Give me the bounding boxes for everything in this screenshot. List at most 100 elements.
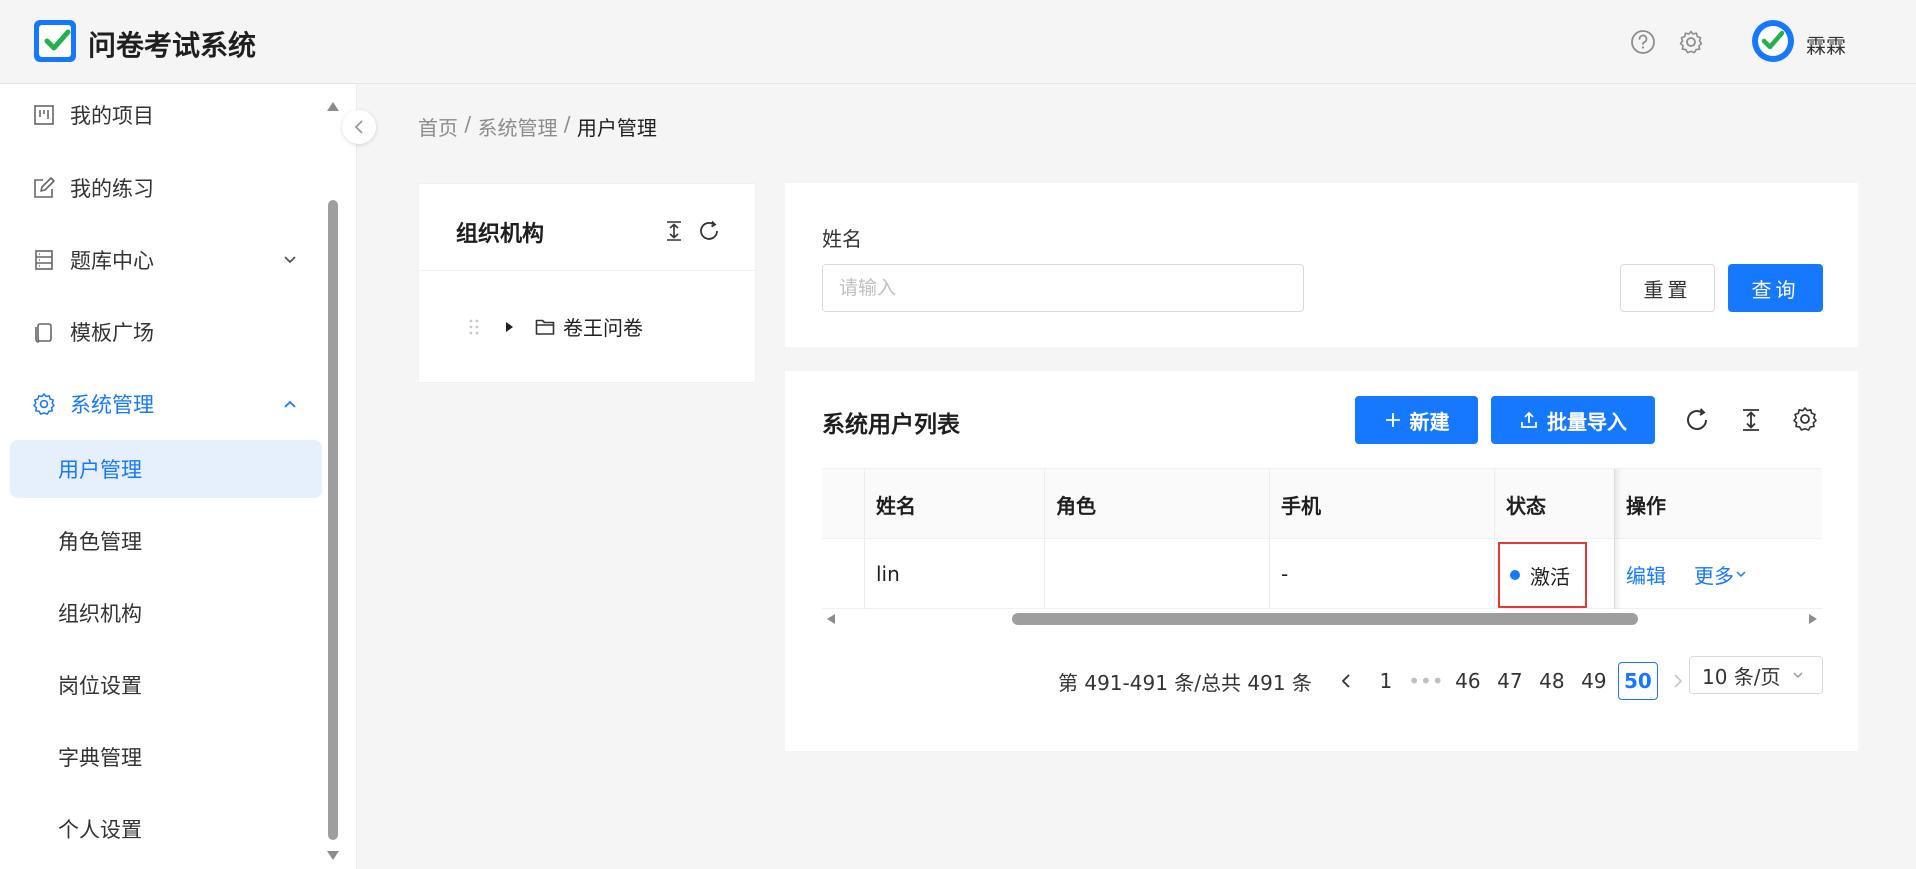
column-header-role[interactable]: 角色	[1044, 469, 1269, 539]
list-title: 系统用户列表	[822, 412, 960, 438]
scroll-left-arrow-icon[interactable]	[826, 613, 836, 625]
top-header: 问卷考试系统 霖霖	[0, 0, 1916, 84]
user-table: 姓名 角色 手机 状态 操作 lin - 激活 编辑 更多	[822, 468, 1822, 609]
sidebar-item-label: 题库中心	[70, 249, 154, 273]
app-title: 问卷考试系统	[88, 29, 257, 62]
gear-icon	[33, 393, 55, 415]
page-1[interactable]: 1	[1366, 662, 1406, 700]
cell-actions: 编辑 更多	[1614, 539, 1822, 609]
sidebar-scroll-thumb[interactable]	[328, 200, 338, 840]
table-scroll-thumb[interactable]	[1012, 613, 1638, 625]
sidebar-item-positions[interactable]: 岗位设置	[10, 656, 322, 714]
tree-node-label[interactable]: 卷王问卷	[563, 312, 643, 341]
edit-icon	[34, 177, 55, 198]
column-height-icon[interactable]	[1737, 406, 1765, 434]
org-panel: 组织机构 卷王问卷	[418, 183, 756, 383]
sidebar-item-personal-settings[interactable]: 个人设置	[10, 800, 322, 858]
sidebar-item-dictionary[interactable]: 字典管理	[10, 728, 322, 786]
sidebar-item-label: 我的练习	[70, 177, 154, 201]
gear-icon[interactable]	[1791, 405, 1819, 433]
column-header-phone[interactable]: 手机	[1269, 469, 1494, 539]
database-icon	[35, 250, 53, 270]
edit-link[interactable]: 编辑	[1626, 560, 1666, 589]
batch-import-button[interactable]: 批量导入	[1491, 396, 1655, 444]
new-button[interactable]: 新建	[1355, 396, 1478, 444]
breadcrumb-separator: /	[557, 112, 577, 136]
scroll-up-arrow-icon[interactable]	[326, 100, 340, 112]
cell-name: lin	[876, 562, 900, 586]
sticky-column-shadow	[1614, 469, 1622, 609]
page-48[interactable]: 48	[1532, 662, 1572, 700]
sidebar-collapse-button[interactable]	[342, 110, 376, 144]
check-icon	[1761, 30, 1785, 50]
refresh-icon[interactable]	[697, 219, 721, 243]
sidebar-item-organization[interactable]: 组织机构	[10, 584, 322, 642]
sidebar-item-label: 我的项目	[70, 104, 154, 128]
status-badge: 激活	[1530, 564, 1570, 589]
more-label: 更多	[1694, 563, 1734, 588]
pagination-summary: 第 491-491 条/总共 491 条	[1058, 670, 1312, 695]
sidebar-item-system-management[interactable]: 系统管理	[0, 375, 322, 433]
chevron-left-icon	[354, 120, 363, 134]
scroll-right-arrow-icon[interactable]	[1808, 613, 1818, 625]
chevron-left-icon	[1341, 674, 1350, 688]
expand-collapse-icon[interactable]	[663, 219, 685, 243]
column-header-status[interactable]: 状态	[1494, 469, 1614, 539]
cell-role	[1044, 539, 1269, 609]
table-horizontal-scrollbar[interactable]	[822, 609, 1822, 629]
page-size-select[interactable]: 10 条/页	[1689, 656, 1823, 694]
prev-page-button[interactable]	[1326, 662, 1366, 700]
sidebar: 我的项目 我的练习 题库中心 模板广场 系统管理 用户管理 角色管理 组织机构 …	[0, 84, 357, 869]
search-panel: 姓名 重置 查询	[785, 183, 1858, 347]
copy-icon	[35, 323, 52, 343]
page-47[interactable]: 47	[1490, 662, 1530, 700]
column-header-name[interactable]: 姓名	[864, 469, 1044, 539]
breadcrumb-current: 用户管理	[576, 116, 657, 140]
name-label: 姓名	[822, 227, 862, 251]
cell-status: 激活	[1498, 542, 1587, 608]
reset-button[interactable]: 重置	[1620, 264, 1715, 312]
gear-icon[interactable]	[1678, 29, 1704, 55]
sidebar-item-label: 系统管理	[70, 393, 154, 417]
sidebar-item-user-management[interactable]: 用户管理	[10, 440, 322, 498]
caret-right-icon[interactable]	[503, 320, 515, 334]
username[interactable]: 霖霖	[1806, 30, 1846, 59]
sidebar-item-label: 模板广场	[70, 321, 154, 345]
help-icon[interactable]	[1630, 29, 1656, 55]
chevron-down-icon	[284, 256, 296, 264]
tree-node[interactable]: 卷王问卷	[467, 312, 643, 341]
name-input[interactable]	[822, 264, 1304, 312]
divider	[419, 270, 755, 271]
refresh-icon[interactable]	[1683, 406, 1711, 434]
breadcrumb: 首页 / 系统管理 / 用户管理	[418, 112, 657, 141]
page-46[interactable]: 46	[1448, 662, 1488, 700]
sidebar-item-question-bank[interactable]: 题库中心	[0, 231, 322, 289]
chevron-down-icon	[1793, 672, 1803, 679]
page-49[interactable]: 49	[1574, 662, 1614, 700]
column-header-actions: 操作	[1626, 493, 1666, 518]
breadcrumb-section[interactable]: 系统管理	[477, 112, 557, 141]
sidebar-item-my-projects[interactable]: 我的项目	[0, 86, 322, 144]
query-button[interactable]: 查询	[1728, 264, 1823, 312]
sidebar-item-my-practice[interactable]: 我的练习	[0, 159, 322, 217]
drag-handle-icon[interactable]	[467, 317, 481, 337]
chevron-right-icon	[1674, 674, 1683, 688]
scroll-down-arrow-icon[interactable]	[326, 850, 340, 862]
org-panel-title: 组织机构	[456, 222, 545, 247]
batch-import-label: 批量导入	[1547, 409, 1627, 434]
sidebar-item-role-management[interactable]: 角色管理	[10, 512, 322, 570]
table-row: lin - 激活 编辑 更多	[822, 539, 1822, 609]
table-header-row: 姓名 角色 手机 状态 操作	[822, 469, 1822, 539]
avatar[interactable]	[1752, 20, 1794, 62]
page-50[interactable]: 50	[1617, 662, 1658, 700]
breadcrumb-home[interactable]: 首页	[418, 112, 458, 141]
project-icon	[34, 105, 54, 125]
app-logo	[34, 20, 76, 62]
more-dropdown[interactable]: 更多	[1694, 560, 1748, 589]
page-size-value: 10 条/页	[1702, 664, 1781, 689]
breadcrumb-separator: /	[458, 112, 478, 136]
user-list-panel: 系统用户列表 新建 批量导入 姓名 角色 手机 状态 操作 lin - 激活 编…	[785, 371, 1858, 751]
page-ellipsis[interactable]: •••	[1406, 662, 1446, 700]
sidebar-item-templates[interactable]: 模板广场	[0, 303, 322, 361]
plus-icon	[1385, 413, 1400, 427]
